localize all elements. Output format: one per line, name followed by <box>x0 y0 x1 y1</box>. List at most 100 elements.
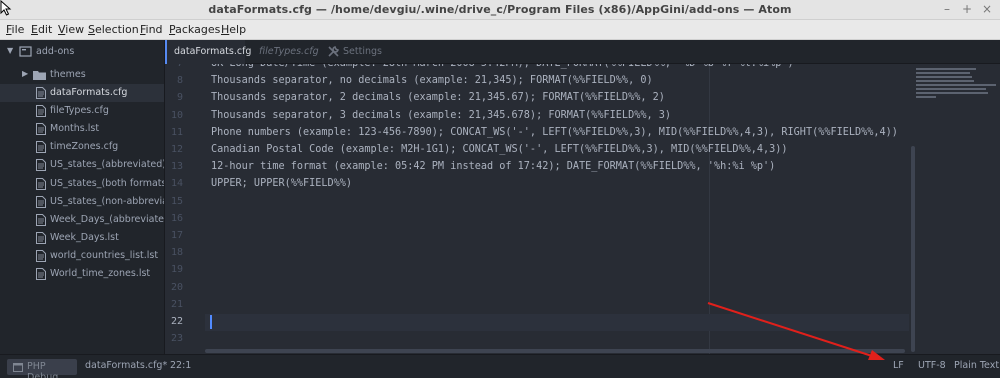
file-text-icon <box>36 249 46 262</box>
code-line[interactable]: Canadian Postal Code (example: M2H-1G1);… <box>211 144 788 155</box>
line-number: 20 <box>170 281 183 293</box>
sidebar-file-item[interactable]: Week_Days_(abbreviated).lst <box>0 211 165 229</box>
sidebar-file-item[interactable]: dataFormats.cfg <box>0 84 164 102</box>
status-bar: PHP Debug dataFormats.cfg* 22:1 LF UTF-8… <box>0 354 1000 378</box>
line-number: 15 <box>170 195 183 207</box>
horizontal-scrollbar[interactable] <box>205 349 905 353</box>
wrench-icon <box>328 46 339 57</box>
minimap-line <box>916 76 972 78</box>
tab-settings[interactable]: Settings <box>323 40 395 64</box>
minimize-button[interactable]: – <box>940 2 954 16</box>
php-debug-label: PHP Debug <box>27 361 59 378</box>
sidebar-file-label: World_time_zones.lst <box>50 268 151 279</box>
line-number: 13 <box>170 161 183 173</box>
status-grammar[interactable]: Plain Text <box>954 360 999 371</box>
sidebar-file-item[interactable]: Months.lst <box>0 120 164 138</box>
close-button[interactable]: × <box>980 2 994 16</box>
minimap-line <box>916 80 974 82</box>
menu-help[interactable]: Help <box>221 23 246 36</box>
file-text-icon <box>36 87 46 99</box>
code-line[interactable]: Thousands separator, 2 decimals (example… <box>211 92 665 103</box>
sidebar-file-label: US_states_(non-abbreviated <box>50 195 164 207</box>
minimap-line <box>916 96 936 98</box>
tab-bar: dataFormats.cfg fileTypes.cfg Settings <box>165 40 1000 64</box>
status-line-ending[interactable]: LF <box>893 360 904 371</box>
sidebar-file-item[interactable]: timeZones.cfg <box>0 138 164 156</box>
sidebar-file-item[interactable]: US_states_(non-abbreviated <box>0 193 164 211</box>
line-number: 7 <box>165 64 183 69</box>
chevron-right-icon: ▶ <box>22 69 29 78</box>
code-line[interactable]: Thousands separator, 3 decimals (example… <box>211 110 671 121</box>
status-cursor-position[interactable]: 22:1 <box>170 360 191 371</box>
text-editor[interactable]: 7 8 9 10 11 12 13 14 15 16 17 18 19 20 21 22 23 UK Long … <box>165 64 1000 354</box>
status-file-path[interactable]: dataFormats.cfg* <box>85 360 167 371</box>
line-number: 9 <box>176 92 183 104</box>
status-encoding[interactable]: UTF-8 <box>918 360 946 371</box>
menu-bar: File Edit View Selection Find Packages H… <box>0 20 1000 40</box>
file-text-icon <box>36 231 46 244</box>
tree-folder-themes[interactable]: ▶ themes <box>0 66 164 84</box>
menu-packages-label: ackages <box>175 23 221 36</box>
tab-dataformats[interactable]: dataFormats.cfg <box>165 40 251 64</box>
chevron-down-icon: ▼ <box>7 46 14 55</box>
menu-edit[interactable]: Edit <box>31 23 52 36</box>
menu-find[interactable]: Find <box>140 23 163 36</box>
file-text-icon <box>36 213 46 226</box>
line-number: 12 <box>170 144 183 155</box>
line-number: 21 <box>170 298 183 310</box>
line-number: 10 <box>170 109 183 121</box>
code-line[interactable]: Thousands separator, no decimals (exampl… <box>211 75 653 86</box>
menu-selection-mnemonic: S <box>88 23 95 36</box>
sidebar-file-item[interactable]: world_countries_list.lst <box>0 247 164 265</box>
sidebar-file-item[interactable]: fileTypes.cfg <box>0 102 164 120</box>
sidebar-file-label: dataFormats.cfg <box>50 87 128 98</box>
tree-root-folder[interactable]: ▼ add-ons <box>0 43 164 61</box>
tab-label: dataFormats.cfg <box>174 46 252 57</box>
sidebar-file-item[interactable]: Week_Days.lst <box>0 229 164 247</box>
code-line[interactable]: Phone numbers (example: 123-456-7890); C… <box>211 127 898 138</box>
code-line[interactable]: UPPER; UPPER(%%FIELD%%) <box>211 178 352 189</box>
sidebar-file-item[interactable]: US_states_(abbreviated).lst <box>0 156 164 174</box>
line-number: 22 <box>170 316 183 327</box>
sidebar-file-label: world_countries_list.lst <box>50 249 159 261</box>
line-number: 18 <box>170 247 183 259</box>
tree-folder-label: themes <box>50 69 86 80</box>
tree-view: ▼ add-ons ▶ themes dataFormats.cfg fileTy… <box>0 40 165 354</box>
minimap[interactable] <box>912 64 1000 354</box>
sidebar-file-item[interactable]: US_states_(both formats).lst <box>0 175 164 193</box>
menu-packages[interactable]: Packages <box>169 23 220 36</box>
menu-file[interactable]: File <box>6 23 24 36</box>
line-number: 17 <box>170 230 183 241</box>
tab-label: fileTypes.cfg <box>259 46 319 57</box>
wrap-guide <box>709 64 710 354</box>
tab-filetypes[interactable]: fileTypes.cfg <box>253 40 319 64</box>
line-number: 14 <box>170 178 183 190</box>
menu-view[interactable]: View <box>58 23 84 36</box>
sidebar-file-label: fileTypes.cfg <box>50 105 109 117</box>
php-debug-button[interactable]: PHP Debug <box>7 359 77 378</box>
window-title: dataFormats.cfg — /home/devgiu/.wine/dri… <box>208 3 792 16</box>
minimap-line <box>916 72 970 74</box>
tab-label: Settings <box>343 46 382 57</box>
sidebar-file-item[interactable]: World_time_zones.lst <box>0 265 164 283</box>
file-text-icon <box>36 195 46 208</box>
code-line[interactable]: 12-hour time format (example: 05:42 PM i… <box>211 161 775 172</box>
line-number: 11 <box>170 126 183 138</box>
window-title-bar: dataFormats.cfg — /home/devgiu/.wine/dri… <box>0 0 1000 20</box>
menu-file-label: ile <box>11 23 25 36</box>
minimap-line <box>916 84 996 86</box>
code-line[interactable]: UK Long Date/Time (example: 28th March 2… <box>211 64 794 69</box>
line-number: 23 <box>170 333 183 345</box>
line-number: 8 <box>176 75 183 87</box>
sidebar-file-label: US_states_(both formats).lst <box>50 177 164 189</box>
maximize-button[interactable]: + <box>960 2 974 16</box>
minimap-line <box>916 92 988 94</box>
menu-view-label: iew <box>65 23 85 36</box>
folder-icon <box>33 71 46 80</box>
file-text-icon <box>36 159 46 172</box>
window-icon <box>13 363 23 372</box>
repo-icon <box>19 46 32 57</box>
menu-selection[interactable]: Selection <box>88 23 139 36</box>
vertical-scrollbar[interactable] <box>911 146 915 352</box>
sidebar-file-label: Week_Days_(abbreviated).lst <box>50 213 165 225</box>
